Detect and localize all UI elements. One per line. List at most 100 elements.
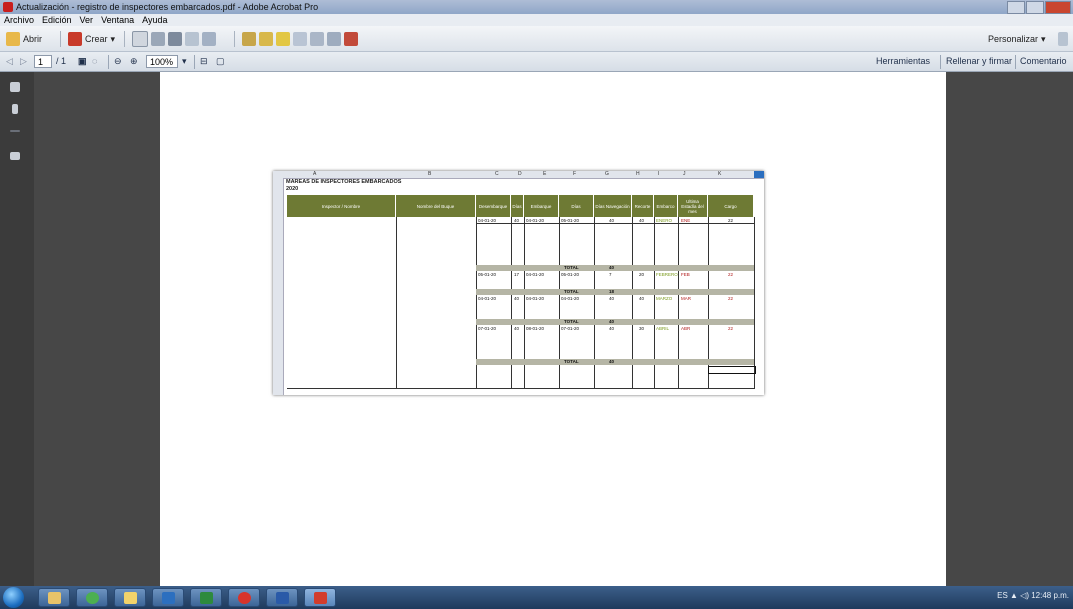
col-header-recorte: Recorte: [632, 195, 654, 217]
fill-sign-pane-button[interactable]: Rellenar y firmar: [946, 56, 1012, 66]
page-thumbnails-icon[interactable]: [10, 82, 20, 92]
sign-icon[interactable]: [259, 32, 273, 46]
explorer-icon: [48, 592, 61, 604]
menu-edicion[interactable]: Edición: [42, 15, 72, 25]
window-title: Actualización - registro de inspectores …: [16, 2, 319, 12]
page-number-input[interactable]: 1: [34, 55, 52, 68]
total-label: TOTAL: [564, 289, 579, 294]
system-tray[interactable]: ES ▲ ◁) 12:48 p.m.: [997, 591, 1069, 600]
col-header-dias-2: Días: [559, 195, 594, 217]
zoom-in-button[interactable]: ⊕: [130, 56, 138, 67]
zoom-dropdown-icon[interactable]: ▾: [182, 56, 187, 67]
comment-icon[interactable]: [276, 32, 290, 46]
share-icon[interactable]: [327, 32, 341, 46]
outlook-icon: [162, 592, 175, 604]
stamp-icon[interactable]: [293, 32, 307, 46]
taskbar-outlook[interactable]: [152, 588, 184, 607]
close-button[interactable]: [1045, 1, 1071, 14]
settings-icon[interactable]: [242, 32, 256, 46]
zoom-level-input[interactable]: 100%: [146, 55, 178, 68]
tools-pane-button[interactable]: Herramientas: [876, 56, 930, 66]
window-titlebar: Actualización - registro de inspectores …: [0, 0, 1073, 14]
taskbar-excel[interactable]: [190, 588, 222, 607]
col-header-cargo: Cargo: [708, 195, 754, 217]
main-toolbar: Abrir Crear ▾ Personalizar ▾: [0, 26, 1073, 52]
taskbar-opera[interactable]: [228, 588, 260, 607]
divider-icon: [10, 130, 20, 132]
menu-ventana[interactable]: Ventana: [101, 15, 134, 25]
email-icon[interactable]: [202, 32, 216, 46]
customize-button[interactable]: Personalizar ▾: [988, 31, 1046, 47]
col-header-embarque: Embarque: [524, 195, 559, 217]
taskbar-files[interactable]: [114, 588, 146, 607]
zoom-out-button[interactable]: ⊖: [114, 56, 122, 67]
file-tools: [132, 31, 216, 47]
expand-button[interactable]: [1058, 31, 1068, 47]
bookmarks-icon[interactable]: [12, 104, 18, 114]
menu-ver[interactable]: Ver: [80, 15, 94, 25]
acrobat-icon: [3, 2, 13, 12]
total-label: TOTAL: [564, 265, 579, 270]
minimize-button[interactable]: [1007, 1, 1025, 14]
chevron-down-icon: ▾: [110, 33, 116, 44]
total-value: 40: [609, 319, 615, 324]
protect-icon[interactable]: [344, 32, 358, 46]
folder-icon: [6, 32, 20, 46]
total-label: TOTAL: [564, 319, 579, 324]
total-value: 40: [609, 265, 615, 270]
create-button[interactable]: Crear ▾: [68, 31, 115, 47]
navigation-pane: [0, 72, 34, 586]
open-button[interactable]: Abrir: [6, 31, 42, 47]
total-row: [476, 359, 754, 365]
pdf-page: A B C D E F G H I J K MAREAS DE INSPECTO…: [160, 72, 946, 586]
expand-icon: [1058, 32, 1068, 46]
excel-icon: [200, 592, 213, 604]
col-header-embarco: Embarco: [654, 195, 678, 217]
next-page-button[interactable]: ▷: [20, 56, 27, 67]
folder-icon: [124, 592, 137, 604]
selected-cell[interactable]: [708, 366, 756, 374]
total-row: [476, 289, 754, 295]
create-pdf-icon: [68, 32, 82, 46]
word-icon: [276, 592, 289, 604]
edit-icon[interactable]: [185, 32, 199, 46]
navigation-toolbar: ◁ ▷ 1 / 1 ▣ ◌ ⊖ ⊕ 100% ▾ ⊟ ▢ Herramienta…: [0, 52, 1073, 72]
collaborate-icon[interactable]: [310, 32, 324, 46]
spreadsheet-image: A B C D E F G H I J K MAREAS DE INSPECTO…: [273, 171, 764, 395]
col-header-buque: Nombre del Buque: [396, 195, 476, 217]
total-value: 40: [609, 359, 615, 364]
total-row: [476, 265, 754, 271]
hand-tool-icon[interactable]: ◌: [92, 56, 97, 66]
save-icon[interactable]: [151, 32, 165, 46]
selected-column-marker: [754, 171, 764, 178]
taskbar-chrome[interactable]: [76, 588, 108, 607]
start-button[interactable]: [3, 587, 24, 608]
document-icon[interactable]: [132, 31, 148, 47]
col-header-dias: Días: [511, 195, 524, 217]
total-row: [476, 319, 754, 325]
fit-page-icon[interactable]: ⊟: [200, 56, 208, 67]
chrome-icon: [86, 592, 99, 604]
column-headers: A B C D E F G H I J K: [273, 171, 764, 179]
taskbar-acrobat[interactable]: [304, 588, 336, 607]
prev-page-button[interactable]: ◁: [6, 56, 13, 67]
select-tool-icon[interactable]: ▣: [78, 56, 87, 67]
maximize-button[interactable]: [1026, 1, 1044, 14]
menu-ayuda[interactable]: Ayuda: [142, 15, 167, 25]
windows-taskbar: ES ▲ ◁) 12:48 p.m.: [0, 586, 1073, 609]
menu-archivo[interactable]: Archivo: [4, 15, 34, 25]
window-controls: [1007, 1, 1071, 14]
total-value: 18: [609, 289, 615, 294]
print-icon[interactable]: [168, 32, 182, 46]
taskbar-word[interactable]: [266, 588, 298, 607]
acrobat-icon: [314, 592, 327, 604]
fit-width-icon[interactable]: ▢: [216, 56, 225, 67]
comment-pane-button[interactable]: Comentario: [1020, 56, 1067, 66]
taskbar-explorer[interactable]: [38, 588, 70, 607]
total-label: TOTAL: [564, 359, 579, 364]
col-header-inspector: Inspector / Nombre: [287, 195, 396, 217]
review-tools: [242, 31, 358, 47]
attachments-icon[interactable]: [10, 152, 20, 160]
col-header-desembarque: Desembarque: [476, 195, 511, 217]
sheet-title: MAREAS DE INSPECTORES EMBARCADOS: [286, 179, 402, 185]
